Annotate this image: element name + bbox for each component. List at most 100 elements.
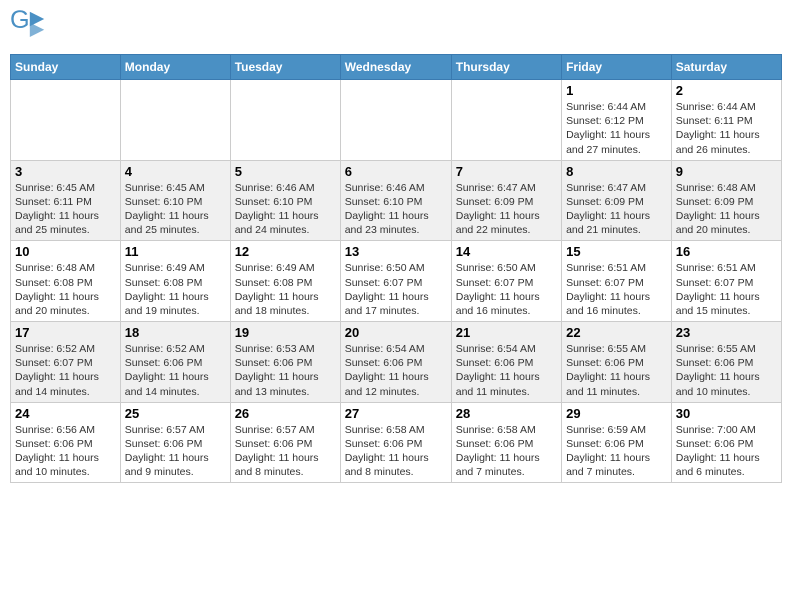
day-info: Sunrise: 6:54 AMSunset: 6:06 PMDaylight:… <box>345 342 447 399</box>
day-info: Sunrise: 6:45 AMSunset: 6:10 PMDaylight:… <box>125 181 226 238</box>
day-info: Sunrise: 6:51 AMSunset: 6:07 PMDaylight:… <box>566 261 667 318</box>
page-header: G <box>10 10 782 46</box>
day-number: 3 <box>15 164 116 179</box>
day-number: 11 <box>125 244 226 259</box>
day-info: Sunrise: 6:50 AMSunset: 6:07 PMDaylight:… <box>456 261 557 318</box>
calendar-cell: 12 Sunrise: 6:49 AMSunset: 6:08 PMDayligh… <box>230 241 340 322</box>
header-friday: Friday <box>562 55 672 80</box>
calendar-cell: 21Sunrise: 6:54 AMSunset: 6:06 PMDayligh… <box>451 322 561 403</box>
day-number: 20 <box>345 325 447 340</box>
logo-icon: G <box>10 10 46 46</box>
calendar-cell: 4 Sunrise: 6:45 AMSunset: 6:10 PMDaylight… <box>120 160 230 241</box>
header-thursday: Thursday <box>451 55 561 80</box>
day-number: 2 <box>676 83 777 98</box>
day-info: Sunrise: 6:53 AMSunset: 6:06 PMDaylight:… <box>235 342 336 399</box>
day-info: Sunrise: 6:58 AMSunset: 6:06 PMDaylight:… <box>456 423 557 480</box>
calendar-header-row: SundayMondayTuesdayWednesdayThursdayFrid… <box>11 55 782 80</box>
day-number: 18 <box>125 325 226 340</box>
calendar-cell: 25 Sunrise: 6:57 AMSunset: 6:06 PMDayligh… <box>120 402 230 483</box>
calendar-week-4: 17 Sunrise: 6:52 AMSunset: 6:07 PMDayligh… <box>11 322 782 403</box>
day-info: Sunrise: 6:49 AMSunset: 6:08 PMDaylight:… <box>235 261 336 318</box>
calendar-cell <box>340 80 451 161</box>
calendar-week-3: 10 Sunrise: 6:48 AMSunset: 6:08 PMDayligh… <box>11 241 782 322</box>
calendar-cell: 26 Sunrise: 6:57 AMSunset: 6:06 PMDayligh… <box>230 402 340 483</box>
day-number: 8 <box>566 164 667 179</box>
calendar-week-2: 3Sunrise: 6:45 AMSunset: 6:11 PMDaylight… <box>11 160 782 241</box>
calendar-cell: 16 Sunrise: 6:51 AMSunset: 6:07 PMDayligh… <box>671 241 781 322</box>
day-info: Sunrise: 6:57 AMSunset: 6:06 PMDaylight:… <box>235 423 336 480</box>
calendar-cell: 3Sunrise: 6:45 AMSunset: 6:11 PMDaylight… <box>11 160 121 241</box>
day-number: 25 <box>125 406 226 421</box>
day-number: 27 <box>345 406 447 421</box>
day-info: Sunrise: 6:51 AMSunset: 6:07 PMDaylight:… <box>676 261 777 318</box>
day-number: 17 <box>15 325 116 340</box>
day-number: 6 <box>345 164 447 179</box>
calendar-cell: 11 Sunrise: 6:49 AMSunset: 6:08 PMDayligh… <box>120 241 230 322</box>
day-info: Sunrise: 6:46 AMSunset: 6:10 PMDaylight:… <box>345 181 447 238</box>
header-sunday: Sunday <box>11 55 121 80</box>
day-info: Sunrise: 6:47 AMSunset: 6:09 PMDaylight:… <box>566 181 667 238</box>
day-info: Sunrise: 6:50 AMSunset: 6:07 PMDaylight:… <box>345 261 447 318</box>
day-number: 28 <box>456 406 557 421</box>
calendar-cell: 7Sunrise: 6:47 AMSunset: 6:09 PMDaylight… <box>451 160 561 241</box>
day-number: 23 <box>676 325 777 340</box>
calendar-cell: 23 Sunrise: 6:55 AMSunset: 6:06 PMDayligh… <box>671 322 781 403</box>
day-info: Sunrise: 6:58 AMSunset: 6:06 PMDaylight:… <box>345 423 447 480</box>
day-number: 9 <box>676 164 777 179</box>
calendar-cell: 2 Sunrise: 6:44 AMSunset: 6:11 PMDaylight… <box>671 80 781 161</box>
calendar-cell: 27 Sunrise: 6:58 AMSunset: 6:06 PMDayligh… <box>340 402 451 483</box>
calendar-cell: 30 Sunrise: 7:00 AMSunset: 6:06 PMDayligh… <box>671 402 781 483</box>
calendar-cell: 15 Sunrise: 6:51 AMSunset: 6:07 PMDayligh… <box>562 241 672 322</box>
day-number: 5 <box>235 164 336 179</box>
calendar-cell <box>230 80 340 161</box>
calendar-cell: 14 Sunrise: 6:50 AMSunset: 6:07 PMDayligh… <box>451 241 561 322</box>
header-tuesday: Tuesday <box>230 55 340 80</box>
calendar-cell: 19 Sunrise: 6:53 AMSunset: 6:06 PMDayligh… <box>230 322 340 403</box>
calendar-cell: 29Sunrise: 6:59 AMSunset: 6:06 PMDayligh… <box>562 402 672 483</box>
day-info: Sunrise: 6:52 AMSunset: 6:07 PMDaylight:… <box>15 342 116 399</box>
day-number: 30 <box>676 406 777 421</box>
calendar-cell: 9 Sunrise: 6:48 AMSunset: 6:09 PMDaylight… <box>671 160 781 241</box>
calendar-cell: 20 Sunrise: 6:54 AMSunset: 6:06 PMDayligh… <box>340 322 451 403</box>
day-info: Sunrise: 6:44 AMSunset: 6:12 PMDaylight:… <box>566 100 667 157</box>
day-info: Sunrise: 6:57 AMSunset: 6:06 PMDaylight:… <box>125 423 226 480</box>
day-info: Sunrise: 6:44 AMSunset: 6:11 PMDaylight:… <box>676 100 777 157</box>
calendar-cell: 13Sunrise: 6:50 AMSunset: 6:07 PMDayligh… <box>340 241 451 322</box>
day-number: 29 <box>566 406 667 421</box>
day-info: Sunrise: 6:49 AMSunset: 6:08 PMDaylight:… <box>125 261 226 318</box>
day-number: 21 <box>456 325 557 340</box>
calendar-cell: 22Sunrise: 6:55 AMSunset: 6:06 PMDayligh… <box>562 322 672 403</box>
day-number: 10 <box>15 244 116 259</box>
day-number: 1 <box>566 83 667 98</box>
calendar-cell: 1 Sunrise: 6:44 AMSunset: 6:12 PMDaylight… <box>562 80 672 161</box>
calendar-week-1: 1 Sunrise: 6:44 AMSunset: 6:12 PMDaylight… <box>11 80 782 161</box>
calendar-cell: 10 Sunrise: 6:48 AMSunset: 6:08 PMDayligh… <box>11 241 121 322</box>
day-number: 16 <box>676 244 777 259</box>
calendar-cell: 28 Sunrise: 6:58 AMSunset: 6:06 PMDayligh… <box>451 402 561 483</box>
calendar-cell <box>451 80 561 161</box>
header-wednesday: Wednesday <box>340 55 451 80</box>
day-info: Sunrise: 7:00 AMSunset: 6:06 PMDaylight:… <box>676 423 777 480</box>
header-monday: Monday <box>120 55 230 80</box>
calendar-cell <box>120 80 230 161</box>
day-number: 7 <box>456 164 557 179</box>
day-number: 4 <box>125 164 226 179</box>
day-info: Sunrise: 6:55 AMSunset: 6:06 PMDaylight:… <box>566 342 667 399</box>
day-info: Sunrise: 6:52 AMSunset: 6:06 PMDaylight:… <box>125 342 226 399</box>
calendar-cell: 8 Sunrise: 6:47 AMSunset: 6:09 PMDaylight… <box>562 160 672 241</box>
day-info: Sunrise: 6:55 AMSunset: 6:06 PMDaylight:… <box>676 342 777 399</box>
day-info: Sunrise: 6:48 AMSunset: 6:09 PMDaylight:… <box>676 181 777 238</box>
calendar-cell: 17 Sunrise: 6:52 AMSunset: 6:07 PMDayligh… <box>11 322 121 403</box>
day-number: 14 <box>456 244 557 259</box>
day-number: 12 <box>235 244 336 259</box>
day-number: 15 <box>566 244 667 259</box>
svg-text:G: G <box>10 10 30 34</box>
day-info: Sunrise: 6:48 AMSunset: 6:08 PMDaylight:… <box>15 261 116 318</box>
day-number: 24 <box>15 406 116 421</box>
day-number: 19 <box>235 325 336 340</box>
header-saturday: Saturday <box>671 55 781 80</box>
day-number: 26 <box>235 406 336 421</box>
calendar: SundayMondayTuesdayWednesdayThursdayFrid… <box>10 54 782 483</box>
day-info: Sunrise: 6:46 AMSunset: 6:10 PMDaylight:… <box>235 181 336 238</box>
calendar-cell: 18 Sunrise: 6:52 AMSunset: 6:06 PMDayligh… <box>120 322 230 403</box>
